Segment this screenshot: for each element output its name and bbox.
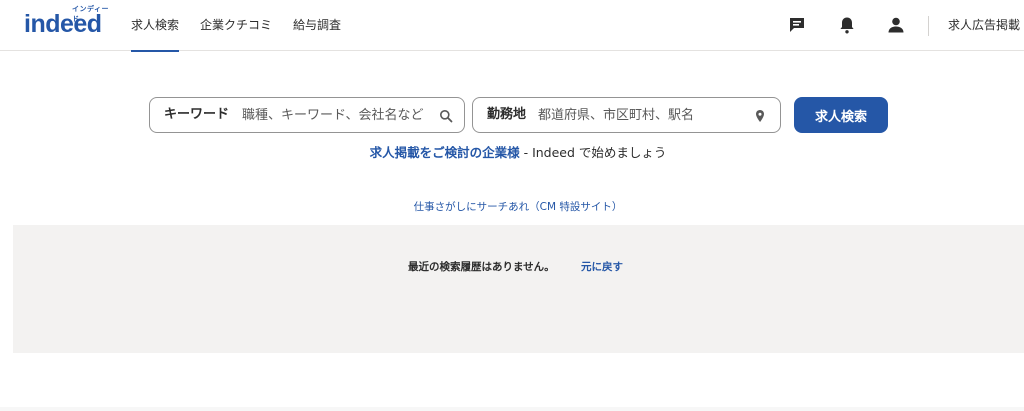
what-input[interactable] bbox=[242, 98, 438, 132]
nav-salary[interactable]: 給与調査 bbox=[293, 0, 341, 51]
post-job-text: - Indeed で始めましょう bbox=[519, 145, 667, 160]
indeed-logo[interactable]: インディード indeed bbox=[24, 4, 112, 40]
nav-company-reviews[interactable]: 企業クチコミ bbox=[200, 0, 272, 51]
where-input[interactable] bbox=[538, 98, 748, 132]
post-job-line: 求人掲載をご検討の企業様 - Indeed で始めましょう bbox=[0, 142, 1024, 161]
notifications-icon[interactable] bbox=[837, 15, 857, 35]
account-icon[interactable] bbox=[886, 15, 906, 35]
where-label: 勤務地 bbox=[487, 107, 527, 122]
history-empty-message: 最近の検索履歴はありません。 bbox=[408, 261, 555, 273]
what-search-box: キーワード bbox=[149, 97, 465, 133]
messages-icon[interactable] bbox=[787, 15, 807, 35]
job-search-button[interactable]: 求人検索 bbox=[794, 97, 888, 133]
nav-job-search[interactable]: 求人検索 bbox=[131, 0, 180, 52]
post-job-link[interactable]: 求人掲載をご検討の企業様 bbox=[370, 145, 520, 160]
what-label: キーワード bbox=[164, 107, 230, 122]
where-search-box: 勤務地 bbox=[472, 97, 781, 133]
cm-site-link[interactable]: 仕事さがしにサーチあれ（CM 特設サイト） bbox=[0, 199, 1024, 214]
search-icon bbox=[439, 108, 453, 123]
page-bottom-strip bbox=[0, 407, 1024, 411]
undo-link[interactable]: 元に戻す bbox=[581, 259, 623, 274]
employers-link[interactable]: 求人広告掲載 bbox=[948, 0, 1020, 51]
logo-word: indeed bbox=[24, 10, 102, 38]
site-header: インディード indeed 求人検索 企業クチコミ 給与調査 求人広告掲載 bbox=[0, 0, 1024, 52]
location-pin-icon bbox=[753, 108, 767, 122]
main-nav: 求人検索 企業クチコミ 給与調査 bbox=[131, 0, 362, 52]
search-history-panel: 最近の検索履歴はありません。 元に戻す bbox=[13, 225, 1024, 353]
header-divider bbox=[928, 16, 929, 36]
